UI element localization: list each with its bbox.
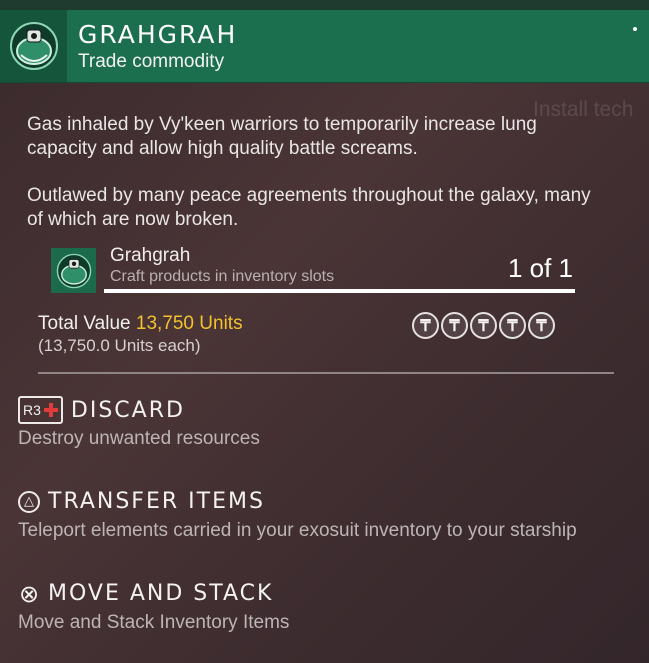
item-description: Gas inhaled by Vy'keen warriors to tempo… [27, 114, 537, 159]
item-count: 1 of 1 [507, 253, 573, 283]
units-icon: ₸ [470, 312, 497, 339]
triangle-button-icon: △ [18, 490, 40, 513]
grahgrah-canister-icon [0, 10, 67, 82]
value-rating: ₸ ₸ ₸ ₸ ₸ [412, 312, 555, 339]
discard-action[interactable]: R3 DISCARD [18, 396, 185, 424]
unit-value: (13,750.0 Units each) [38, 336, 201, 355]
cross-button-icon: ⊗ [18, 579, 40, 608]
grahgrah-canister-icon [51, 248, 96, 293]
total-value-amount: 13,750 Units [135, 313, 243, 334]
r3-discard-icon: R3 [18, 396, 63, 424]
item-subtitle: Craft products in inventory slots [110, 268, 335, 285]
units-icon: ₸ [441, 312, 468, 339]
header-indicator-dot [633, 27, 637, 31]
item-lore: Outlawed by many peace agreements throug… [27, 185, 591, 230]
discard-title: DISCARD [70, 397, 185, 423]
move-and-stack-title: MOVE AND STACK [48, 581, 274, 606]
units-icon: ₸ [412, 312, 439, 339]
item-category: Trade commodity [78, 51, 225, 72]
discard-description: Destroy unwanted resources [18, 428, 260, 449]
item-title: GRAHGRAH [78, 20, 238, 49]
move-and-stack-action[interactable]: ⊗ MOVE AND STACK [18, 581, 273, 606]
units-icon: ₸ [528, 312, 555, 339]
transfer-items-title: TRANSFER ITEMS [48, 489, 265, 514]
total-value-label: Total Value [38, 313, 131, 334]
total-value: Total Value 13,750 Units [38, 313, 243, 335]
quantity-bar[interactable] [104, 289, 575, 293]
discard-plus-icon [43, 403, 58, 417]
item-header: GRAHGRAH Trade commodity [0, 10, 649, 83]
r3-button-label: R3 [23, 402, 41, 418]
units-icon: ₸ [499, 312, 526, 339]
divider [38, 372, 614, 374]
transfer-items-action[interactable]: △ TRANSFER ITEMS [18, 489, 265, 514]
move-and-stack-description: Move and Stack Inventory Items [18, 612, 290, 633]
transfer-items-description: Teleport elements carried in your exosui… [18, 520, 577, 541]
top-strip [0, 0, 649, 10]
item-name: Grahgrah [110, 245, 191, 266]
